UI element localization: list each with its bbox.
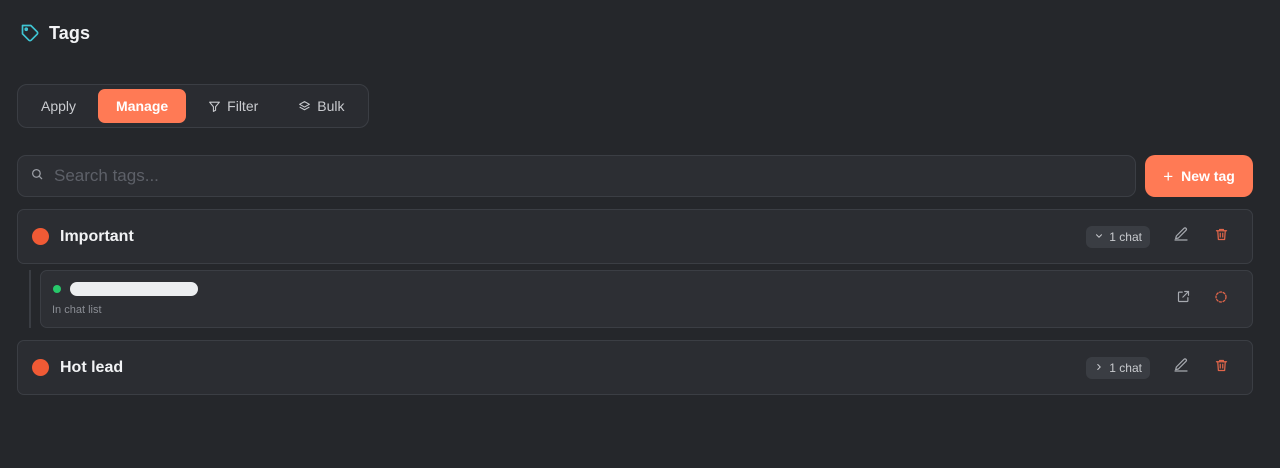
pencil-icon [1173,357,1189,378]
tag-name: Important [60,227,134,245]
tab-manage[interactable]: Manage [98,89,187,123]
chat-location: In chat list [52,304,102,316]
page-title: Tags [49,22,91,43]
pencil-icon [1173,226,1189,247]
search-box [17,155,1136,197]
redacted-chat-name [70,282,198,296]
tag-color-dot [32,228,49,245]
chevron-right-icon [1094,361,1104,375]
tag-row-important[interactable]: Important 1 chat [17,209,1253,264]
unlink-icon [1213,289,1229,310]
external-link-icon [1176,289,1191,309]
tab-filter[interactable]: Filter [190,89,276,123]
online-status-dot [53,285,61,293]
tab-manage-label: Manage [116,98,169,114]
tab-apply[interactable]: Apply [23,89,94,123]
tags-panel: Tags Apply Manage Filter Bulk Search tag… [0,0,1280,468]
tag-name: Hot lead [60,358,124,376]
chat-count-label: 1 chat [1109,360,1142,375]
chat-row[interactable]: In chat list [40,270,1253,328]
tab-filter-label: Filter [227,98,259,114]
tab-bulk-label: Bulk [317,98,345,114]
new-tag-button[interactable]: + New tag [1145,155,1253,197]
trash-icon [1214,358,1229,378]
filter-icon [208,100,221,113]
tag-color-dot [32,359,49,376]
layers-icon [298,100,311,113]
tag-chat-list: In chat list [17,270,1253,328]
mode-tabs: Apply Manage Filter Bulk [17,84,369,128]
panel-header: Tags [17,0,1253,66]
tree-guide-line [29,270,31,328]
remove-tag-from-chat-button[interactable] [1210,288,1232,310]
search-icon [30,167,44,186]
edit-tag-button[interactable] [1170,226,1192,248]
edit-tag-button[interactable] [1170,357,1192,379]
delete-tag-button[interactable] [1210,226,1232,248]
trash-icon [1214,227,1229,247]
delete-tag-button[interactable] [1210,357,1232,379]
chat-title-row [51,282,1156,296]
tag-icon [19,22,41,44]
chat-count-toggle[interactable]: 1 chat [1086,356,1150,379]
search-row: + New tag [17,155,1253,197]
chevron-down-icon [1094,230,1104,244]
new-tag-label: New tag [1181,168,1235,184]
chat-count-label: 1 chat [1109,229,1142,244]
chat-info: In chat list [51,282,1156,316]
plus-icon: + [1163,166,1174,186]
tab-apply-label: Apply [41,98,77,114]
tag-row-hot-lead[interactable]: Hot lead 1 chat [17,340,1253,395]
open-chat-button[interactable] [1172,288,1194,310]
chat-count-toggle[interactable]: 1 chat [1086,225,1150,248]
tab-bulk[interactable]: Bulk [280,89,362,123]
search-input[interactable] [54,156,1135,196]
